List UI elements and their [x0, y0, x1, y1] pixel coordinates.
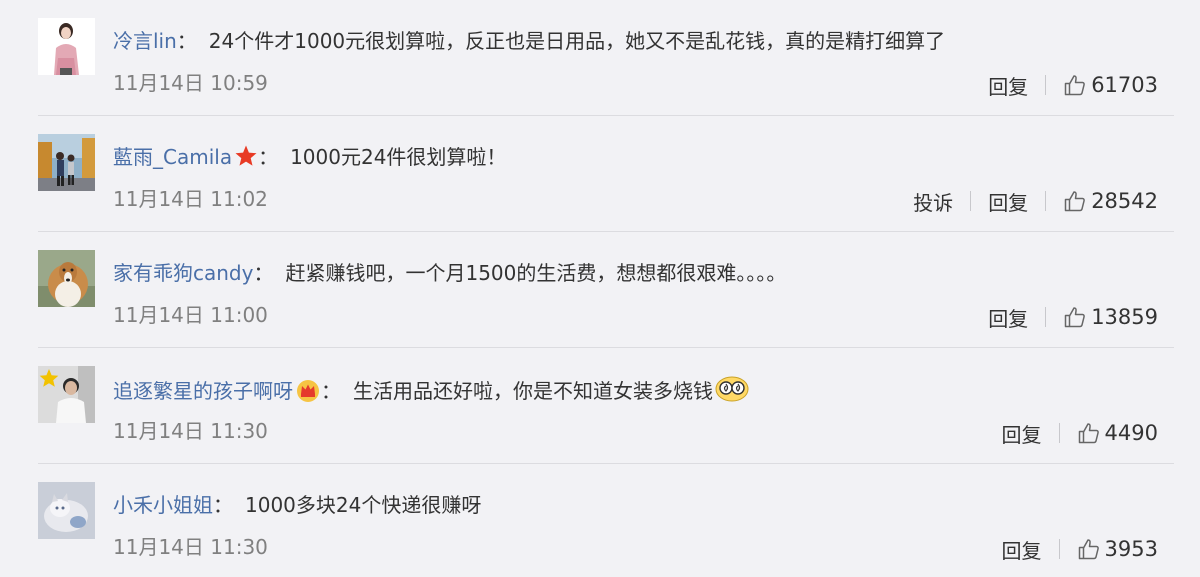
comment-timestamp: 11月14日 10:59	[113, 71, 268, 95]
comment-line: 家有乖狗candy： 赶紧赚钱吧，一个月1500的生活费，想想都很艰难。。。。	[113, 258, 786, 288]
like-count: 28542	[1091, 189, 1158, 213]
username-link[interactable]: 家有乖狗candy	[113, 261, 253, 285]
comment-text: 1000元24件很划算啦！	[290, 145, 507, 169]
crown-icon	[295, 378, 321, 410]
comment-line: 藍雨_Camila ： 1000元24件很划算啦！	[113, 142, 506, 176]
comment-text: 24个件才1000元很划算啦，反正也是日用品，她又不是乱花钱，真的是精打细算了	[208, 29, 946, 53]
like-count: 13859	[1091, 305, 1158, 329]
comment-item: 冷言lin： 24个件才1000元很划算啦，反正也是日用品，她又不是乱花钱，真的是…	[0, 0, 1200, 116]
comment-actions: 回复 61703	[988, 68, 1158, 102]
comment-line: 冷言lin： 24个件才1000元很划算啦，反正也是日用品，她又不是乱花钱，真的是…	[113, 26, 945, 56]
reply-button[interactable]: 回复	[988, 187, 1028, 216]
like-button[interactable]: 28542	[1063, 189, 1158, 213]
colon-separator: ：	[258, 145, 279, 169]
comment-list: 冷言lin： 24个件才1000元很划算啦，反正也是日用品，她又不是乱花钱，真的是…	[0, 0, 1200, 577]
like-button[interactable]: 3953	[1077, 537, 1158, 561]
like-button[interactable]: 13859	[1063, 305, 1158, 329]
thumbs-up-icon	[1078, 423, 1099, 444]
thumbs-up-icon	[1064, 191, 1086, 212]
avatar[interactable]	[38, 18, 95, 75]
avatar[interactable]	[38, 250, 95, 307]
comment-actions: 投诉 回复 28542	[913, 184, 1158, 218]
reply-button[interactable]: 回复	[988, 71, 1028, 100]
username-link[interactable]: 藍雨_Camila	[113, 145, 232, 169]
comment-timestamp: 11月14日 11:30	[113, 419, 268, 443]
comment-text: 1000多块24个快递很赚呀	[245, 493, 482, 517]
comment-text: 生活用品还好啦，你是不知道女装多烧钱	[353, 379, 713, 403]
comment-text: 赶紧赚钱吧，一个月1500的生活费，想想都很艰难。。。。	[285, 261, 787, 285]
action-divider	[1045, 191, 1047, 211]
couple-walking-photo-icon	[38, 134, 95, 191]
report-button[interactable]: 投诉	[913, 187, 953, 216]
colon-separator: ：	[176, 29, 197, 53]
cat-photo-icon	[38, 482, 95, 539]
reply-button[interactable]: 回复	[988, 303, 1028, 332]
comment-item: 追逐繁星的孩子啊呀 ： 生活用品还好啦，你是不知道女装多烧钱 11月14日 11:3…	[0, 348, 1200, 464]
comment-item: 家有乖狗candy： 赶紧赚钱吧，一个月1500的生活费，想想都很艰难。。。。 1…	[0, 232, 1200, 348]
colon-separator: ：	[253, 261, 274, 285]
comment-item: 藍雨_Camila ： 1000元24件很划算啦！ 11月14日 11:02 投诉 …	[0, 116, 1200, 232]
username-link[interactable]: 追逐繁星的孩子啊呀	[113, 379, 293, 403]
comment-line: 小禾小姐姐： 1000多块24个快递很赚呀	[113, 490, 481, 520]
collie-dog-photo-icon	[38, 250, 95, 307]
like-button[interactable]: 61703	[1063, 73, 1158, 97]
reply-button[interactable]: 回复	[1002, 535, 1042, 564]
comment-actions: 回复 3953	[1002, 532, 1158, 566]
comment-timestamp: 11月14日 11:30	[113, 535, 268, 559]
like-count: 61703	[1091, 73, 1158, 97]
username-link[interactable]: 小禾小姐姐	[113, 493, 213, 517]
colon-separator: ：	[213, 493, 233, 517]
thumbs-up-icon	[1078, 539, 1099, 560]
action-divider	[1058, 423, 1060, 443]
avatar[interactable]	[38, 134, 95, 191]
like-count: 4490	[1104, 421, 1158, 445]
action-divider	[1045, 75, 1047, 95]
thumbs-up-icon	[1064, 75, 1086, 96]
like-count: 3953	[1104, 537, 1158, 561]
woman-portrait-icon	[38, 18, 95, 75]
like-button[interactable]: 4490	[1077, 421, 1158, 445]
comment-item: 小禾小姐姐： 1000多块24个快递很赚呀 11月14日 11:30 回复 395…	[0, 464, 1200, 577]
comment-actions: 回复 4490	[1002, 416, 1158, 450]
reply-button[interactable]: 回复	[1002, 419, 1042, 448]
comment-line: 追逐繁星的孩子啊呀 ： 生活用品还好啦，你是不知道女装多烧钱	[113, 374, 749, 410]
man-with-star-photo-icon	[38, 366, 95, 423]
red-star-icon	[234, 144, 258, 176]
dizzy-eyes-emoji-icon	[715, 374, 749, 410]
avatar[interactable]	[38, 482, 95, 539]
action-divider	[970, 191, 972, 211]
username-link[interactable]: 冷言lin	[113, 29, 177, 53]
comment-actions: 回复 13859	[988, 300, 1158, 334]
comment-timestamp: 11月14日 11:00	[113, 303, 268, 327]
action-divider	[1045, 307, 1047, 327]
avatar[interactable]	[38, 366, 95, 423]
action-divider	[1058, 539, 1060, 559]
thumbs-up-icon	[1064, 307, 1086, 328]
comment-timestamp: 11月14日 11:02	[113, 187, 268, 211]
colon-separator: ：	[321, 379, 341, 403]
